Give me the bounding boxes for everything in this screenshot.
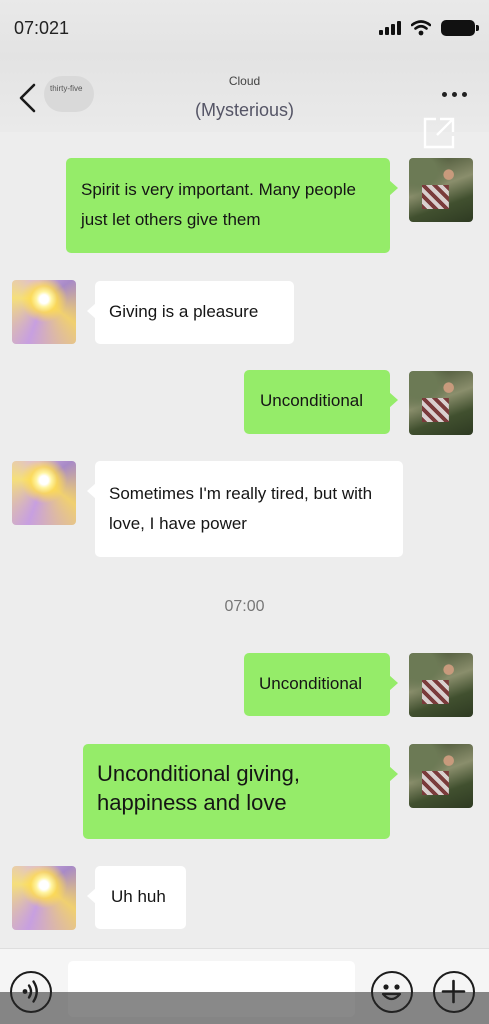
message-text: Unconditional	[259, 674, 363, 693]
my-avatar[interactable]	[409, 653, 473, 717]
my-avatar[interactable]	[409, 371, 473, 435]
signal-icon	[379, 21, 401, 35]
message-bubble-received[interactable]: Sometimes I'm really tired, but with lov…	[87, 461, 403, 557]
status-bar: 07:021	[0, 0, 489, 56]
more-icon[interactable]	[442, 92, 467, 97]
message-text: Giving is a pleasure	[109, 302, 259, 321]
contact-avatar[interactable]	[12, 461, 76, 525]
message-bubble-sent[interactable]: Spirit is very important. Many people ju…	[66, 158, 398, 253]
message-text: Spirit is very important. Many people ju…	[81, 180, 356, 229]
message-text: Unconditional giving, happiness and love	[97, 761, 301, 815]
message-bubble-sent[interactable]: Unconditional	[244, 653, 398, 716]
status-icons	[379, 20, 479, 36]
message-text: Sometimes I'm really tired, but with lov…	[109, 484, 373, 533]
contact-avatar[interactable]	[12, 866, 76, 930]
message-text: Unconditional	[260, 391, 364, 410]
bottom-overlay	[0, 992, 489, 1024]
message-bubble-received[interactable]: Giving is a pleasure	[87, 281, 294, 344]
message-bubble-sent[interactable]: Unconditional	[244, 370, 398, 434]
my-avatar[interactable]	[409, 158, 473, 222]
message-text: Uh huh	[111, 887, 166, 906]
battery-icon	[441, 20, 479, 36]
chat-title: (Mysterious)	[194, 100, 294, 120]
time-divider: 07:00	[224, 598, 265, 615]
share-icon[interactable]	[420, 114, 458, 152]
status-time: 07:021	[14, 18, 70, 38]
wifi-icon	[411, 20, 431, 36]
chat-subtitle: Cloud	[228, 74, 261, 88]
my-avatar[interactable]	[409, 744, 473, 808]
nav-bar: thirty-five Cloud (Mysterious)	[0, 56, 489, 132]
message-bubble-received[interactable]: Uh huh	[87, 866, 186, 929]
contact-avatar[interactable]	[12, 280, 76, 344]
message-bubble-sent[interactable]: Unconditional giving, happiness and love	[83, 744, 398, 839]
